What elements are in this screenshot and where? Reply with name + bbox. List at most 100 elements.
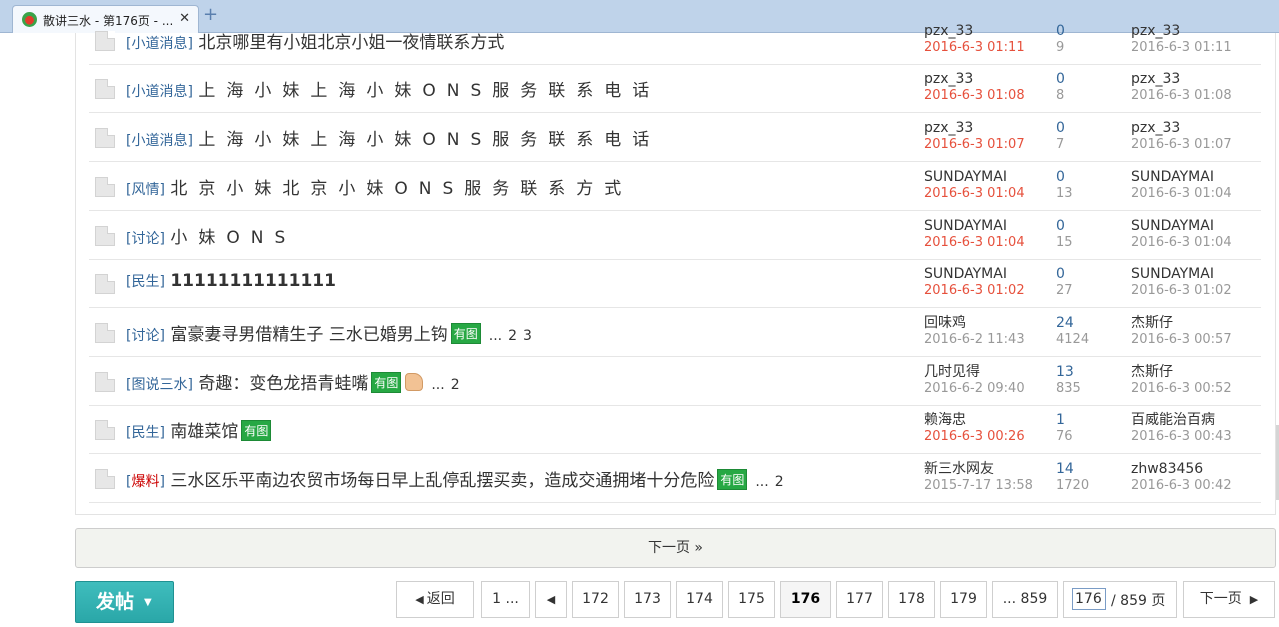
pager-page-link[interactable]: 175 — [728, 581, 775, 618]
last-post-time[interactable]: 2016-6-3 01:08 — [1131, 88, 1232, 104]
thread-row: [小道消息] 北京哪里有小姐北京小姐一夜情联系方式 pzx_33 2016-6-3 … — [89, 16, 1261, 65]
thread-page-link[interactable]: 2 — [775, 474, 784, 490]
thread-author[interactable]: pzx_33 — [924, 71, 1025, 88]
last-poster[interactable]: SUNDAYMAI — [1131, 169, 1232, 186]
thread-author[interactable]: 赖海忠 — [924, 412, 1025, 429]
thread-count-cell: 07 — [1056, 120, 1065, 153]
reply-count[interactable]: 24 — [1056, 315, 1089, 332]
thread-last-post-cell: SUNDAYMAI 2016-6-3 01:04 — [1131, 169, 1232, 202]
thread-subject-link[interactable]: 富豪妻寻男借精生子 三水已婚男上钩 — [170, 325, 447, 345]
last-poster[interactable]: pzx_33 — [1131, 71, 1232, 88]
thread-title: [讨论] 富豪妻寻男借精生子 三水已婚男上钩 有图... 2 3 — [126, 320, 532, 345]
pager-first-page[interactable]: 1 ... — [481, 581, 530, 618]
thread-category-link[interactable]: [讨论] — [126, 328, 165, 344]
last-poster[interactable]: 百威能治百病 — [1131, 412, 1232, 429]
last-post-time[interactable]: 2016-6-3 00:57 — [1131, 332, 1232, 348]
thread-category-link[interactable]: [小道消息] — [126, 133, 193, 149]
thread-author[interactable]: SUNDAYMAI — [924, 218, 1025, 235]
last-post-time[interactable]: 2016-6-3 01:07 — [1131, 137, 1232, 153]
thread-author[interactable]: 新三水网友 — [924, 461, 1033, 478]
thread-subject-link[interactable]: 奇趣：变色龙捂青蛙嘴 — [198, 374, 368, 394]
next-page-bar[interactable]: 下一页 » — [75, 528, 1276, 568]
thread-subject-link[interactable]: 三水区乐平南边农贸市场每日早上乱停乱摆买卖，造成交通拥堵十分危险 — [170, 471, 714, 491]
last-poster[interactable]: 杰斯仔 — [1131, 315, 1232, 332]
thread-category-link[interactable]: [民生] — [126, 274, 165, 290]
category-bracket-close: ] — [187, 36, 193, 52]
reply-count[interactable]: 0 — [1056, 218, 1073, 235]
thread-category-link[interactable]: [民生] — [126, 425, 165, 441]
thread-author[interactable]: pzx_33 — [924, 23, 1025, 40]
pager-current-page: 176 — [780, 581, 831, 618]
page-number-input[interactable] — [1072, 588, 1106, 610]
pager-page-link[interactable]: 179 — [940, 581, 987, 618]
thread-subject-link[interactable]: 上海小妹上海小妹ONS服务联系电话 — [198, 81, 660, 101]
thread-last-post-cell: 百威能治百病 2016-6-3 00:43 — [1131, 412, 1232, 445]
last-post-time[interactable]: 2016-6-3 00:42 — [1131, 478, 1232, 494]
reply-count[interactable]: 0 — [1056, 23, 1065, 40]
reply-count[interactable]: 0 — [1056, 71, 1065, 88]
pager-page-link[interactable]: 177 — [836, 581, 883, 618]
thread-category-link[interactable]: [风情] — [126, 182, 165, 198]
pager-next-button[interactable]: 下一页 ▶ — [1183, 581, 1275, 618]
pager-page-link[interactable]: 174 — [676, 581, 723, 618]
category-name: 图说三水 — [131, 377, 188, 393]
thread-author[interactable]: 回味鸡 — [924, 315, 1025, 332]
thread-subject-link[interactable]: 小妹ONS — [170, 228, 296, 248]
last-post-time[interactable]: 2016-6-3 01:02 — [1131, 283, 1232, 299]
last-poster[interactable]: pzx_33 — [1131, 23, 1232, 40]
triangle-left-icon: ◀ — [415, 593, 424, 606]
last-poster[interactable]: SUNDAYMAI — [1131, 266, 1232, 283]
pager-page-link[interactable]: 172 — [572, 581, 619, 618]
thread-author[interactable]: SUNDAYMAI — [924, 266, 1025, 283]
thread-category-link[interactable]: [爆料] — [126, 474, 165, 490]
pager-back-button[interactable]: ◀ 返回 — [396, 581, 474, 618]
last-post-time[interactable]: 2016-6-3 01:04 — [1131, 235, 1232, 251]
reply-count[interactable]: 0 — [1056, 120, 1065, 137]
last-post-time[interactable]: 2016-6-3 01:11 — [1131, 40, 1232, 56]
reply-count[interactable]: 0 — [1056, 266, 1073, 283]
post-button[interactable]: 发帖 ▼ — [75, 581, 174, 623]
last-poster[interactable]: pzx_33 — [1131, 120, 1232, 137]
last-post-time[interactable]: 2016-6-3 00:52 — [1131, 381, 1232, 397]
thread-count-cell: 1 76 — [1056, 412, 1073, 445]
thread-author[interactable]: pzx_33 — [924, 120, 1025, 137]
thread-subject-link[interactable]: 南雄菜馆 — [170, 422, 238, 442]
pager-last-page[interactable]: ... 859 — [992, 581, 1058, 618]
thread-subject-link[interactable]: 北京小妹北京小妹ONS服务联系方式 — [170, 179, 632, 199]
thread-post-time: 2016-6-3 00:26 — [924, 429, 1025, 444]
thread-row: [民生] 11111111111111 SUNDAYMAI 2016-6-3 01:… — [89, 259, 1261, 308]
pager-prev-button[interactable]: ◀ — [535, 581, 567, 618]
thread-page-link[interactable]: 2 — [508, 328, 517, 344]
last-post-time[interactable]: 2016-6-3 00:43 — [1131, 429, 1232, 445]
pager-back-label: 返回 — [426, 591, 455, 607]
last-poster[interactable]: SUNDAYMAI — [1131, 218, 1232, 235]
reply-count[interactable]: 13 — [1056, 364, 1081, 381]
thread-page-link[interactable]: 2 — [451, 377, 460, 393]
thread-doc-icon — [95, 372, 115, 392]
thread-category-link[interactable]: [图说三水] — [126, 377, 193, 393]
thread-category-link[interactable]: [小道消息] — [126, 36, 193, 52]
reply-count[interactable]: 1 — [1056, 412, 1073, 429]
thread-doc-icon — [95, 323, 115, 343]
view-count: 76 — [1056, 429, 1073, 444]
thread-category-link[interactable]: [讨论] — [126, 231, 165, 247]
category-name: 民生 — [131, 274, 160, 290]
thread-category-link[interactable]: [小道消息] — [126, 84, 193, 100]
thread-subject-link[interactable]: 11111111111111 — [170, 271, 336, 291]
thread-subject-link[interactable]: 上海小妹上海小妹ONS服务联系电话 — [198, 130, 660, 150]
last-post-time[interactable]: 2016-6-3 01:04 — [1131, 186, 1232, 202]
thread-list: [小道消息] 北京哪里有小姐北京小姐一夜情联系方式 pzx_33 2016-6-3 … — [75, 23, 1276, 515]
reply-count[interactable]: 14 — [1056, 461, 1089, 478]
last-poster[interactable]: 杰斯仔 — [1131, 364, 1232, 381]
last-poster[interactable]: zhw83456 — [1131, 461, 1232, 478]
pager-page-link[interactable]: 173 — [624, 581, 671, 618]
reply-count[interactable]: 0 — [1056, 169, 1073, 186]
thread-page-link[interactable]: 3 — [523, 328, 532, 344]
thread-row: [小道消息] 上海小妹上海小妹ONS服务联系电话 pzx_33 2016-6-3 0… — [89, 64, 1261, 113]
pager-page-link[interactable]: 178 — [888, 581, 935, 618]
thread-subject-link[interactable]: 北京哪里有小姐北京小姐一夜情联系方式 — [198, 33, 504, 53]
thread-author-cell: 新三水网友 2015-7-17 13:58 — [924, 461, 1033, 494]
thread-last-post-cell: pzx_33 2016-6-3 01:07 — [1131, 120, 1232, 153]
thread-author[interactable]: 几时见得 — [924, 364, 1025, 381]
thread-author[interactable]: SUNDAYMAI — [924, 169, 1025, 186]
